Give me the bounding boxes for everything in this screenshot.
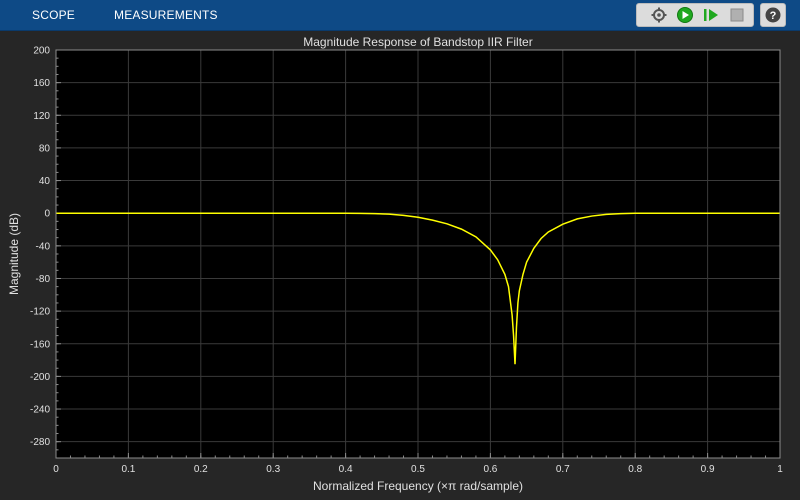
step-forward-icon [704, 9, 718, 21]
y-tick-label: -40 [36, 241, 51, 252]
y-tick-label: 0 [44, 209, 50, 220]
x-tick-label: 0.8 [628, 464, 642, 475]
run-icon [677, 7, 693, 23]
x-tick-label: 0.7 [556, 464, 570, 475]
y-tick-label: -240 [30, 405, 50, 416]
y-tick-label: -120 [30, 307, 50, 318]
y-tick-label: 40 [39, 176, 51, 187]
x-tick-label: 1 [777, 464, 783, 475]
settings-button[interactable] [649, 6, 669, 24]
help-icon: ? [765, 7, 781, 23]
chart-title: Magnitude Response of Bandstop IIR Filte… [303, 35, 532, 49]
stop-icon [730, 8, 744, 22]
x-tick-label: 0.9 [701, 464, 715, 475]
y-tick-label: 160 [33, 78, 50, 89]
magnitude-response-figure: Magnitude Response of Bandstop IIR Filte… [0, 31, 800, 500]
y-tick-label: -280 [30, 437, 50, 448]
tab-measurements[interactable]: MEASUREMENTS [114, 0, 218, 30]
y-tick-label: -160 [30, 339, 50, 350]
run-button[interactable] [675, 6, 695, 24]
x-tick-label: 0.4 [339, 464, 353, 475]
y-tick-label: -80 [36, 274, 51, 285]
y-tick-label: 80 [39, 143, 51, 154]
stop-button[interactable] [727, 6, 747, 24]
x-tick-label: 0.1 [121, 464, 135, 475]
help-button[interactable]: ? [763, 6, 783, 24]
x-tick-label: 0 [53, 464, 59, 475]
y-axis-label: Magnitude (dB) [7, 213, 21, 295]
x-tick-label: 0.3 [266, 464, 280, 475]
x-tick-label: 0.6 [483, 464, 497, 475]
x-axis-label: Normalized Frequency (×π rad/sample) [313, 479, 523, 493]
y-tick-label: 120 [33, 111, 50, 122]
y-tick-label: 200 [33, 46, 50, 57]
settings-gear-icon [651, 7, 667, 23]
x-tick-label: 0.5 [411, 464, 425, 475]
toolstrip: SCOPE MEASUREMENTS ? [0, 0, 800, 31]
help-control: ? [760, 3, 786, 27]
step-forward-button[interactable] [701, 6, 721, 24]
tab-scope[interactable]: SCOPE [32, 0, 75, 30]
x-tick-label: 0.2 [194, 464, 208, 475]
scope-controls [636, 3, 754, 27]
y-tick-label: -200 [30, 372, 50, 383]
help-glyph: ? [770, 10, 777, 22]
